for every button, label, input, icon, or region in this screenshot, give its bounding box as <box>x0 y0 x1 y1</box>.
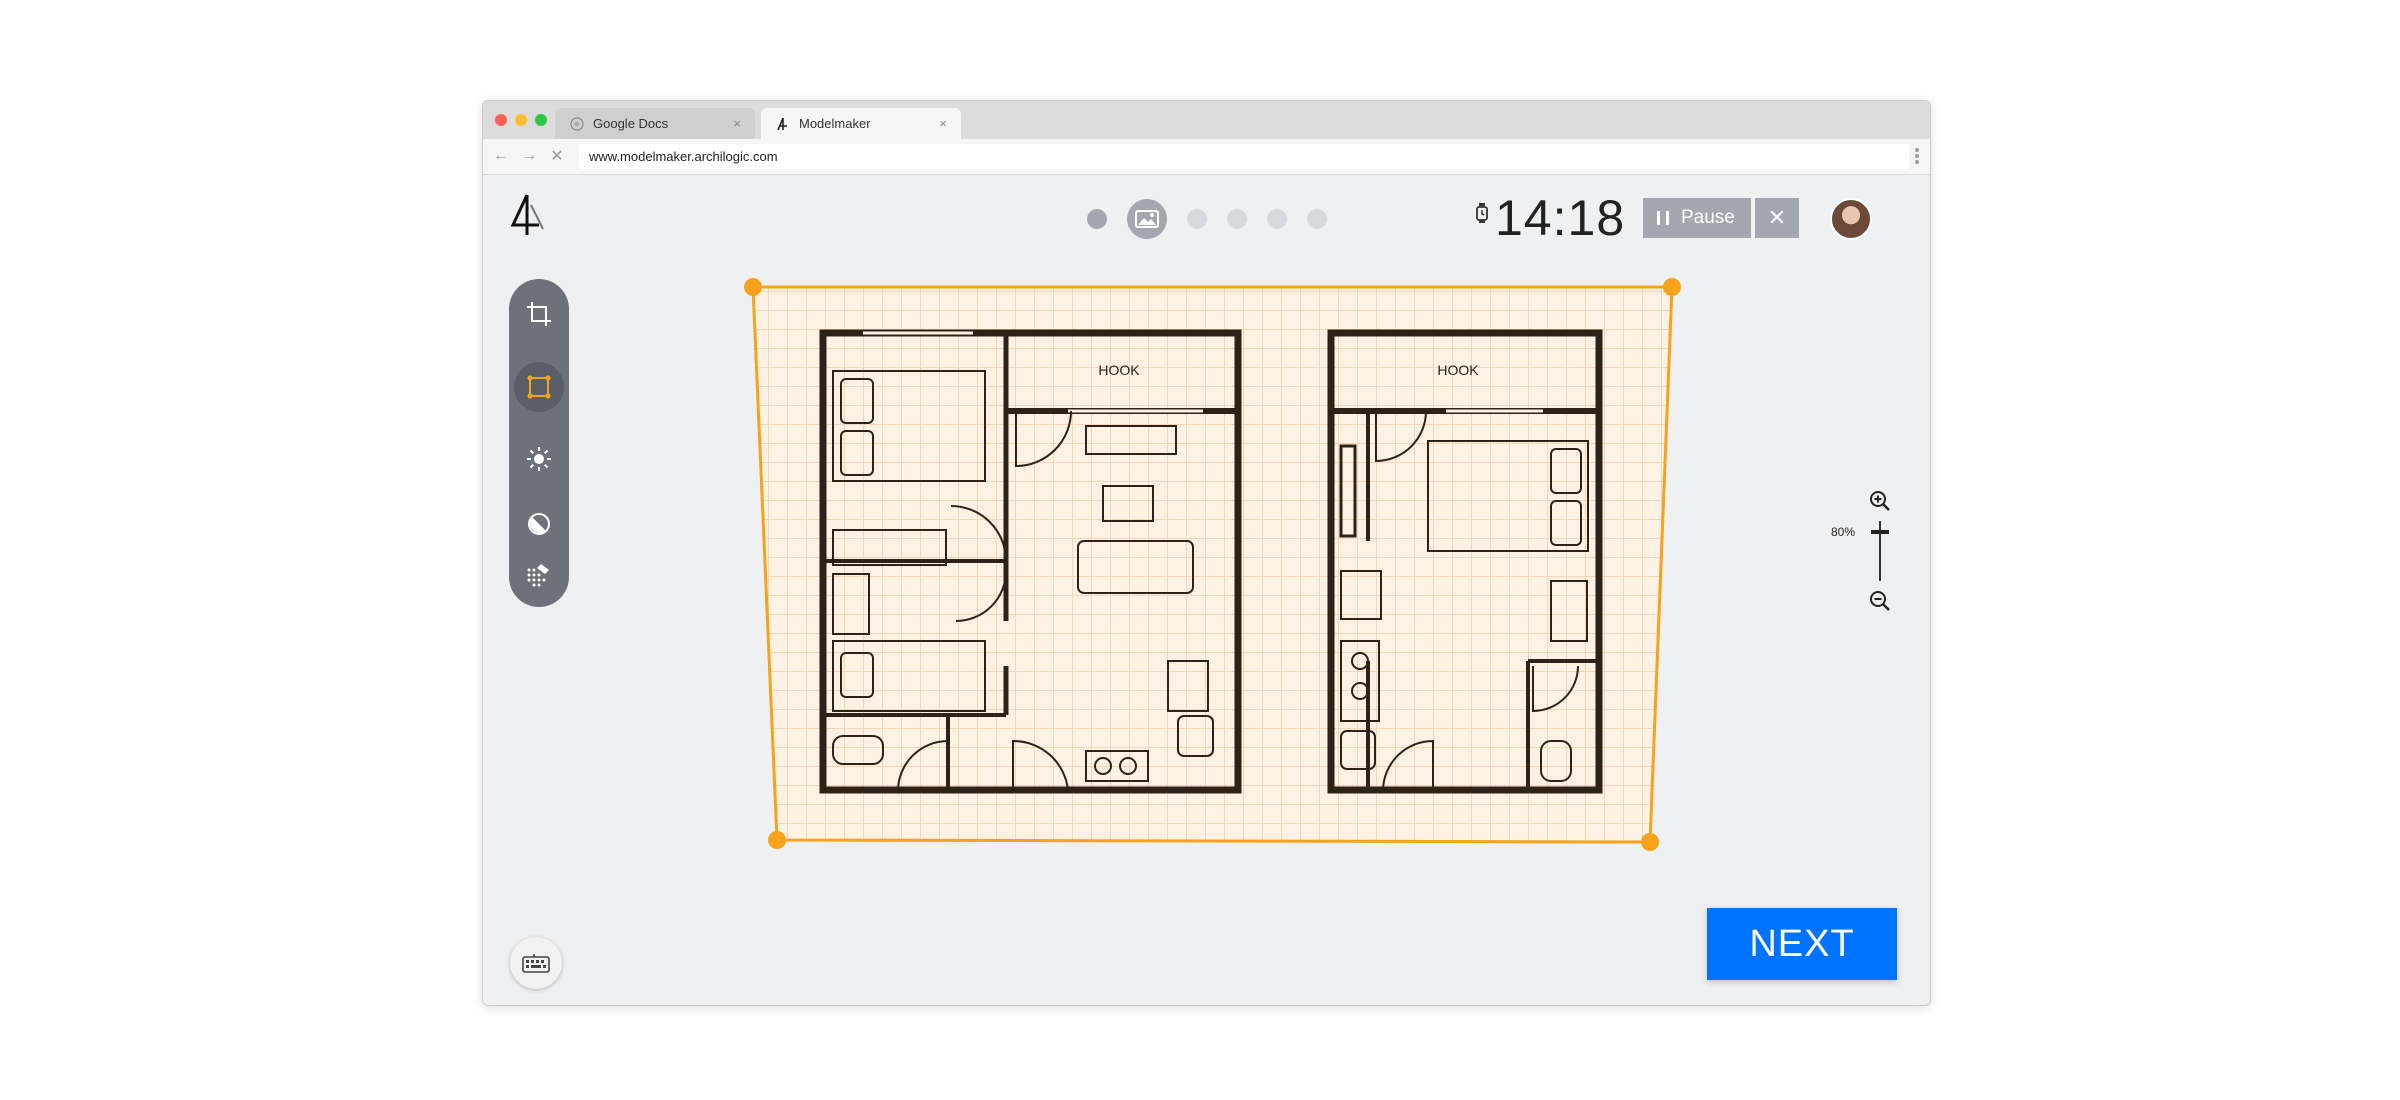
corner-handle-top-left[interactable] <box>744 278 762 296</box>
corner-handle-bottom-left[interactable] <box>768 831 786 849</box>
keyboard-shortcuts-button[interactable] <box>510 937 562 989</box>
zoom-slider-thumb[interactable] <box>1871 530 1889 534</box>
room-label: HOOK <box>1098 362 1140 378</box>
floorplan-canvas: HOOK HOOK <box>483 101 1931 1006</box>
room-label: HOOK <box>1437 362 1479 378</box>
keyboard-icon <box>522 954 550 973</box>
corner-handle-top-right[interactable] <box>1663 278 1681 296</box>
next-button[interactable]: NEXT <box>1707 908 1897 980</box>
zoom-out-icon[interactable] <box>1868 589 1892 613</box>
browser-window: Google Docs × Modelmaker × ← → ✕ www.mod… <box>482 100 1931 1006</box>
corner-handle-bottom-right[interactable] <box>1641 833 1659 851</box>
zoom-in-icon[interactable] <box>1868 489 1892 513</box>
floorplan-image[interactable]: HOOK HOOK <box>483 101 1931 1006</box>
zoom-level: 80% <box>1831 525 1856 539</box>
